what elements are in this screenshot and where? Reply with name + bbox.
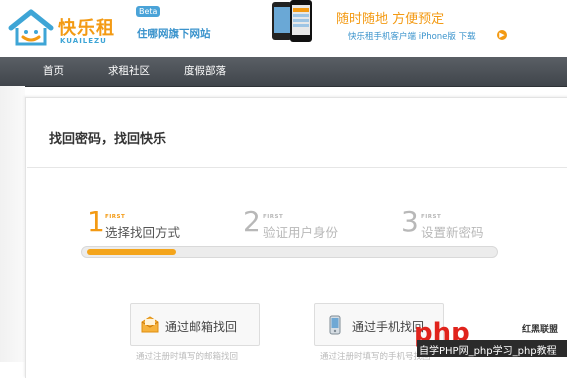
step-number: 2 — [243, 205, 261, 238]
logo-slogan: 住哪网旗下网站 — [137, 28, 211, 40]
phone-promo-image[interactable] — [270, 0, 320, 44]
nav-item-vacation-tribe[interactable]: 度假部落 — [184, 57, 226, 86]
progress-fill — [87, 249, 176, 255]
title-divider — [27, 167, 567, 168]
step-progress-bar — [81, 246, 498, 258]
site-header: 快乐租 KUAILEZU Beta 住哪网旗下网站 随时随地 方便预定 快乐租手… — [0, 0, 567, 57]
site-logo[interactable]: 快乐租 KUAILEZU Beta 住哪网旗下网站 — [8, 6, 218, 50]
step-label: 选择找回方式 — [105, 225, 181, 240]
logo-english-name: KUAILEZU — [60, 37, 107, 45]
page-side-background — [0, 86, 25, 362]
envelope-icon — [141, 316, 159, 333]
watermark-bar-text: 自学PHP网_php学习_php教程 — [419, 346, 557, 357]
nav-item-rental-community[interactable]: 求租社区 — [108, 57, 150, 86]
step-first-label: FIRST — [263, 214, 284, 220]
step-number: 1 — [87, 205, 105, 238]
iphone-app-download-link[interactable]: 快乐租手机客户端 iPhone版 下载 — [348, 30, 476, 42]
watermark-brand: 红黑联盟 — [522, 325, 559, 335]
step-first-label: FIRST — [105, 214, 126, 220]
recover-by-email-button[interactable]: 通过邮箱找回 — [130, 303, 260, 346]
promo-title: 随时随地 方便预定 — [336, 12, 445, 27]
option-label: 通过邮箱找回 — [165, 320, 238, 334]
download-arrow-icon[interactable]: ▶ — [497, 30, 507, 40]
house-logo-icon — [8, 9, 54, 46]
step-label: 验证用户身份 — [263, 225, 339, 240]
beta-badge: Beta — [136, 6, 161, 17]
nav-item-home[interactable]: 首页 — [43, 57, 64, 86]
step-label: 设置新密码 — [421, 225, 484, 240]
email-option-hint: 通过注册时填写的邮箱找回 — [136, 352, 239, 362]
step-number: 3 — [401, 205, 419, 238]
mobile-phone-icon — [329, 315, 341, 335]
page-title: 找回密码，找回快乐 — [49, 132, 167, 147]
step-first-label: FIRST — [421, 214, 442, 220]
main-nav: 首页 求租社区 度假部落 — [0, 57, 567, 87]
